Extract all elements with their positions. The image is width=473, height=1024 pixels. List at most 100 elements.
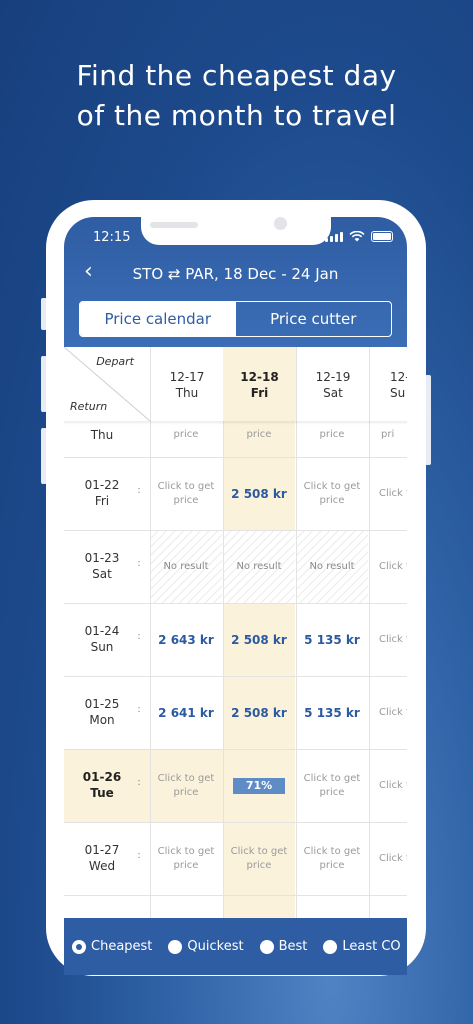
column-date: 12-18 — [240, 370, 279, 384]
battery-icon — [371, 231, 393, 242]
radio-icon — [323, 939, 338, 954]
loading-cell: 71% — [223, 749, 295, 822]
price-cell[interactable]: Click t pri — [369, 676, 407, 749]
grid-line — [64, 749, 407, 750]
sort-option-cheapest[interactable]: Cheapest — [72, 939, 152, 954]
row-label: 01-24 Sun — [64, 623, 140, 655]
grid-line — [64, 895, 407, 896]
partial-cell[interactable]: pri — [369, 429, 407, 440]
view-tabs: Price calendar Price cutter — [79, 301, 392, 337]
grid-line — [64, 822, 407, 823]
row-divider-dots: : — [137, 704, 141, 715]
price-cell[interactable]: Click t pri — [369, 603, 407, 676]
row-date: 01-24 — [84, 624, 120, 638]
grid-line — [64, 603, 407, 604]
column-day: Thu — [175, 386, 199, 400]
row-divider-dots: : — [137, 631, 141, 642]
price-cell[interactable]: 2 643 kr — [150, 603, 222, 676]
partial-cell[interactable]: price — [150, 429, 222, 440]
row-label-partial: Thu — [90, 428, 114, 442]
row-date: 01-25 — [84, 697, 120, 711]
column-date: 12- — [390, 370, 407, 384]
row-day: Sun — [90, 640, 114, 654]
price-cell[interactable]: Click to get price — [150, 749, 222, 822]
row-date: 01-23 — [84, 551, 120, 565]
column-day: Su — [390, 386, 406, 400]
row-day: Wed — [88, 859, 116, 873]
column-header-selected: 12-18 Fri — [223, 347, 296, 421]
radio-icon — [168, 939, 183, 954]
column-date: 12-17 — [169, 370, 205, 384]
sort-option-least-co2[interactable]: Least CO — [323, 939, 401, 954]
route-title: STO ⇄ PAR, 18 Dec - 24 Jan — [132, 265, 339, 283]
row-label: 01-25 Mon — [64, 696, 140, 728]
row-day: Tue — [90, 786, 114, 800]
sort-bar: Cheapest Quickest Best Least CO — [64, 918, 407, 975]
price-cell[interactable]: Click t pri — [369, 822, 407, 895]
headline: Find the cheapest day of the month to tr… — [0, 56, 473, 136]
price-cell[interactable]: Click to get price — [150, 457, 222, 530]
price-cell[interactable]: Click to get price — [296, 457, 368, 530]
column-day: Sat — [323, 386, 343, 400]
price-cell[interactable]: 2 641 kr — [150, 676, 222, 749]
price-cell[interactable]: 2 508 kr — [223, 603, 295, 676]
phone-camera — [274, 217, 287, 230]
column-date: 12-19 — [315, 370, 351, 384]
price-cell[interactable]: Click to get price — [150, 822, 222, 895]
grid-line — [223, 347, 224, 918]
grid-line — [64, 676, 407, 677]
sort-option-label: Best — [278, 939, 308, 954]
grid-line — [369, 347, 370, 918]
sort-option-label: Quickest — [187, 939, 244, 954]
row-label-selected: 01-26 Tue — [64, 769, 140, 801]
sort-option-quickest[interactable]: Quickest — [168, 939, 244, 954]
column-header: 12-17 Thu — [150, 347, 223, 421]
radio-selected-icon — [72, 939, 86, 954]
tab-price-cutter[interactable]: Price cutter — [236, 302, 392, 336]
row-date: 01-27 — [84, 843, 120, 857]
phone-screen: 12:15 ‹ STO ⇄ PAR, 18 Dec - 24 Jan Price… — [64, 217, 407, 975]
column-day: Fri — [250, 386, 269, 400]
grid-corner: Depart Return — [64, 347, 150, 421]
status-icons — [325, 231, 393, 242]
headline-line-2: of the month to travel — [76, 99, 397, 132]
price-cell[interactable]: 5 135 kr — [296, 603, 368, 676]
phone-speaker — [150, 222, 198, 228]
no-result-cell: No result — [150, 530, 222, 603]
sort-option-label: Cheapest — [91, 939, 153, 954]
price-cell[interactable]: Click to get price — [223, 822, 295, 895]
row-day: Fri — [94, 494, 110, 508]
partial-cell[interactable]: price — [223, 429, 295, 440]
price-cell[interactable]: 2 508 kr — [223, 676, 295, 749]
header-shadow — [64, 421, 407, 425]
row-divider-dots: : — [137, 558, 141, 569]
wifi-icon — [349, 231, 365, 242]
price-cell[interactable]: Click to get price — [296, 749, 368, 822]
loading-progress-bar: 71% — [233, 777, 285, 794]
status-time: 12:15 — [93, 230, 131, 245]
return-label: Return — [70, 400, 108, 413]
price-cell[interactable]: Click to get price — [296, 822, 368, 895]
price-cell[interactable]: 2 508 kr — [223, 457, 295, 530]
sort-option-label: Least CO — [342, 939, 401, 954]
grid-line — [64, 457, 407, 458]
row-label: 01-27 Wed — [64, 842, 140, 874]
price-calendar-grid[interactable]: Thu price price price pri 01-22 Fri : Cli… — [64, 347, 407, 918]
headline-line-1: Find the cheapest day — [76, 59, 397, 92]
price-cell[interactable]: Click t pri — [369, 530, 407, 603]
sort-option-best[interactable]: Best — [259, 939, 308, 954]
price-cell[interactable]: 5 135 kr — [296, 676, 368, 749]
price-cell[interactable]: Click t pri — [369, 457, 407, 530]
tab-price-calendar[interactable]: Price calendar — [80, 302, 236, 336]
row-label: 01-22 Fri — [64, 477, 140, 509]
radio-icon — [259, 939, 274, 954]
partial-cell[interactable]: price — [296, 429, 368, 440]
column-header: 12-19 Sat — [296, 347, 369, 421]
depart-label: Depart — [96, 355, 134, 368]
grid-line — [296, 347, 297, 918]
row-day: Sat — [92, 567, 112, 581]
price-cell[interactable]: Click t pri — [369, 749, 407, 822]
row-divider-dots: : — [137, 850, 141, 861]
row-date: 01-26 — [82, 770, 122, 784]
row-date: 01-22 — [84, 478, 120, 492]
